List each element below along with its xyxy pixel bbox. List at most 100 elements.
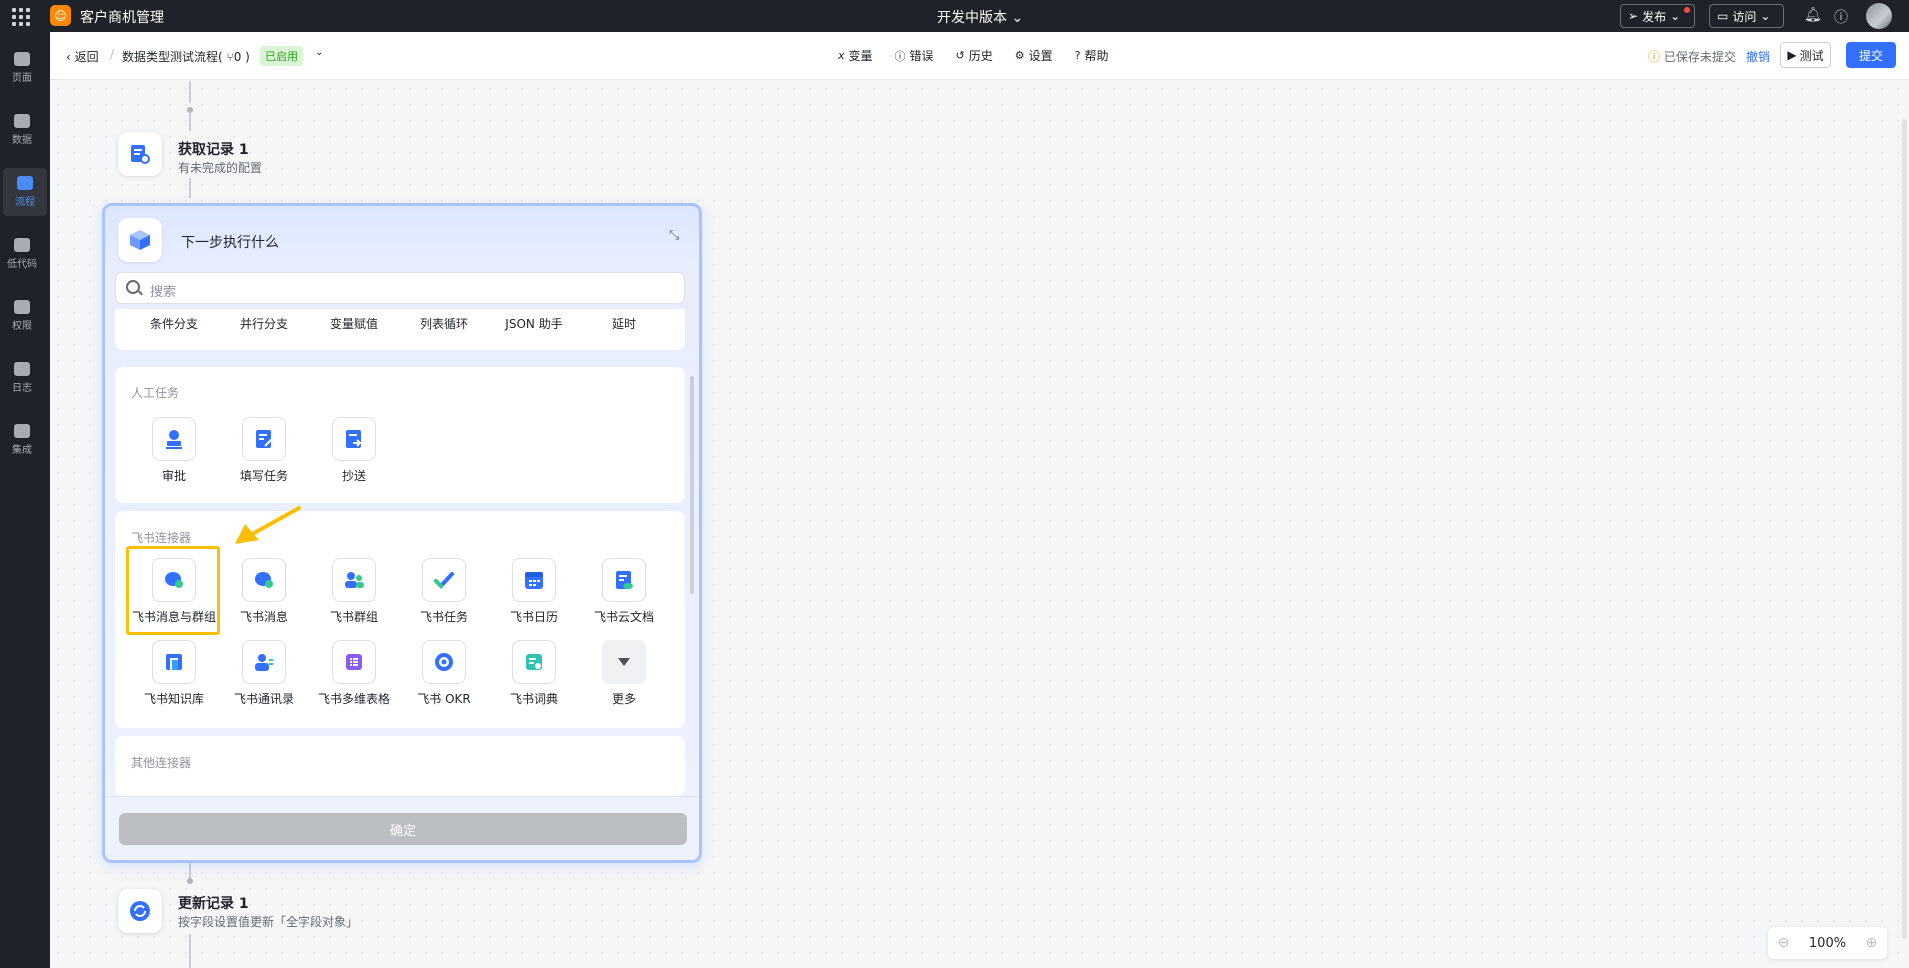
connector-line <box>189 81 191 103</box>
section-title: 其他连接器 <box>131 756 192 770</box>
bell-icon[interactable]: 🔔︎ <box>1804 7 1822 23</box>
flow-item-variable[interactable]: 变量赋值 <box>309 315 399 332</box>
zoom-out-icon[interactable]: ⊖ <box>1778 935 1790 951</box>
log-icon <box>14 362 30 376</box>
app-name: 客户商机管理 <box>80 10 164 26</box>
panel-scrollbar[interactable] <box>690 376 694 594</box>
highlight-box <box>126 546 220 635</box>
tool-feishu-okr[interactable]: 飞书 OKR <box>399 640 489 707</box>
version-selector[interactable]: 开发中版本 ⌄ <box>937 7 1023 27</box>
update-record-title[interactable]: 更新记录 1 <box>178 893 249 913</box>
app-grid-icon[interactable] <box>10 6 30 26</box>
flow-item-loop[interactable]: 列表循环 <box>399 315 489 332</box>
help-button[interactable]: ? 帮助 <box>1075 47 1109 64</box>
tool-feishu-calendar[interactable]: 飞书日历 <box>489 558 579 625</box>
chevron-down-icon[interactable]: ⌄ <box>315 47 323 58</box>
nav-item-permissions[interactable]: 权限 <box>0 292 44 340</box>
nav-item-data[interactable]: 数据 <box>0 106 44 154</box>
collapse-icon[interactable]: ⤡ <box>669 228 679 243</box>
variables-button[interactable]: x 变量 <box>838 47 873 64</box>
search-input[interactable]: 搜索 <box>115 272 685 304</box>
target-icon <box>422 640 466 684</box>
nav-item-pages[interactable]: 页面 <box>0 44 44 92</box>
history-button[interactable]: ↺ 历史 <box>956 47 993 64</box>
search-icon <box>126 280 140 294</box>
zoom-in-icon[interactable]: ⊕ <box>1866 935 1878 951</box>
chevron-down-icon: ⌄ <box>1670 9 1681 23</box>
tool-cc[interactable]: 抄送 <box>309 417 399 484</box>
tool-label: 变量 <box>848 49 873 63</box>
chat-bubble-icon <box>242 558 286 602</box>
publish-label: 发布 <box>1642 9 1667 24</box>
next-step-panel: 下一步执行什么 ⤡ 搜索 条件分支 并行分支 变量赋值 列表循环 JSON 助手… <box>102 203 702 863</box>
contacts-icon <box>242 640 286 684</box>
breadcrumb-separator: / <box>110 47 115 61</box>
publish-button[interactable]: ➢ 发布 ⌄ <box>1620 4 1695 28</box>
avatar[interactable] <box>1866 3 1892 29</box>
nav-label: 数据 <box>12 135 32 146</box>
update-record-node-icon[interactable] <box>118 889 162 933</box>
get-record-node-icon[interactable] <box>118 132 162 176</box>
errors-button[interactable]: ⓘ 错误 <box>895 47 934 64</box>
tool-label: 错误 <box>909 49 934 63</box>
error-icon: ⓘ <box>894 49 906 63</box>
dictionary-icon <box>512 640 556 684</box>
database-icon <box>14 114 30 128</box>
tool-feishu-message[interactable]: 飞书消息 <box>219 558 309 625</box>
visit-label: 访问 <box>1732 9 1757 24</box>
tool-approval[interactable]: 审批 <box>129 417 219 484</box>
chevron-down-icon: ⌄ <box>1760 9 1771 23</box>
flow-item-json[interactable]: JSON 助手 <box>489 315 579 332</box>
undo-link[interactable]: 撤销 <box>1746 48 1770 65</box>
code-icon <box>14 238 30 252</box>
flow-item-condition[interactable]: 条件分支 <box>129 315 219 332</box>
send-icon: ➢ <box>1628 9 1639 23</box>
manual-task-section: 人工任务 审批 填写任务 抄送 <box>115 367 685 503</box>
notification-dot <box>1684 7 1690 13</box>
tool-feishu-group[interactable]: 飞书群组 <box>309 558 399 625</box>
play-icon: ▶ <box>1787 48 1797 62</box>
settings-button[interactable]: ⚙ 设置 <box>1015 47 1053 64</box>
nav-item-logs[interactable]: 日志 <box>0 354 44 402</box>
nav-item-lowcode[interactable]: 低代码 <box>0 230 44 278</box>
confirm-button[interactable]: 确定 <box>119 813 687 845</box>
connector-line <box>189 934 191 968</box>
group-icon <box>332 558 376 602</box>
record-search-icon <box>131 145 150 164</box>
get-record-title[interactable]: 获取记录 1 <box>178 139 249 159</box>
search-placeholder: 搜索 <box>150 285 177 300</box>
nav-item-integration[interactable]: 集成 <box>0 416 44 464</box>
left-nav: 页面 数据 流程 低代码 权限 日志 集成 <box>0 32 50 968</box>
nav-label: 流程 <box>15 197 35 208</box>
tool-label: 飞书知识库 <box>143 692 204 706</box>
chevron-down-icon <box>602 640 646 684</box>
test-button[interactable]: ▶ 测试 <box>1780 42 1831 68</box>
visit-button[interactable]: ▭ 访问 ⌄ <box>1709 4 1784 28</box>
nav-item-flow[interactable]: 流程 <box>3 168 47 216</box>
tool-feishu-bitable[interactable]: 飞书多维表格 <box>309 640 399 707</box>
help-icon[interactable]: ⓘ <box>1834 7 1848 27</box>
flow-item-delay[interactable]: 延时 <box>579 315 669 332</box>
table-icon <box>332 640 376 684</box>
document-icon <box>602 558 646 602</box>
canvas-scrollbar[interactable] <box>1902 119 1907 939</box>
flow-item-parallel[interactable]: 并行分支 <box>219 315 309 332</box>
tool-feishu-task[interactable]: 飞书任务 <box>399 558 489 625</box>
tool-feishu-docs[interactable]: 飞书云文档 <box>579 558 669 625</box>
status-badge: 已启用 <box>260 46 303 66</box>
connector-dot <box>187 878 193 884</box>
tool-feishu-wiki[interactable]: 飞书知识库 <box>129 640 219 707</box>
variable-icon: x <box>838 49 845 62</box>
nav-label: 集成 <box>12 445 32 456</box>
back-button[interactable]: ‹ 返回 <box>66 48 99 65</box>
tool-label: 填写任务 <box>239 469 288 483</box>
tool-feishu-contacts[interactable]: 飞书通讯录 <box>219 640 309 707</box>
submit-button[interactable]: 提交 <box>1846 42 1896 68</box>
connector-line <box>189 111 191 131</box>
toolbar: x 变量 ⓘ 错误 ↺ 历史 ⚙ 设置 ? 帮助 <box>838 47 1109 64</box>
tool-fill-task[interactable]: 填写任务 <box>219 417 309 484</box>
top-bar: ☺ 客户商机管理 开发中版本 ⌄ ➢ 发布 ⌄ ▭ 访问 ⌄ 🔔︎ ⓘ <box>0 0 1909 32</box>
tool-more[interactable]: 更多 <box>579 640 669 707</box>
zoom-control: ⊖ 100% ⊕ <box>1768 927 1887 959</box>
tool-feishu-dictionary[interactable]: 飞书词典 <box>489 640 579 707</box>
